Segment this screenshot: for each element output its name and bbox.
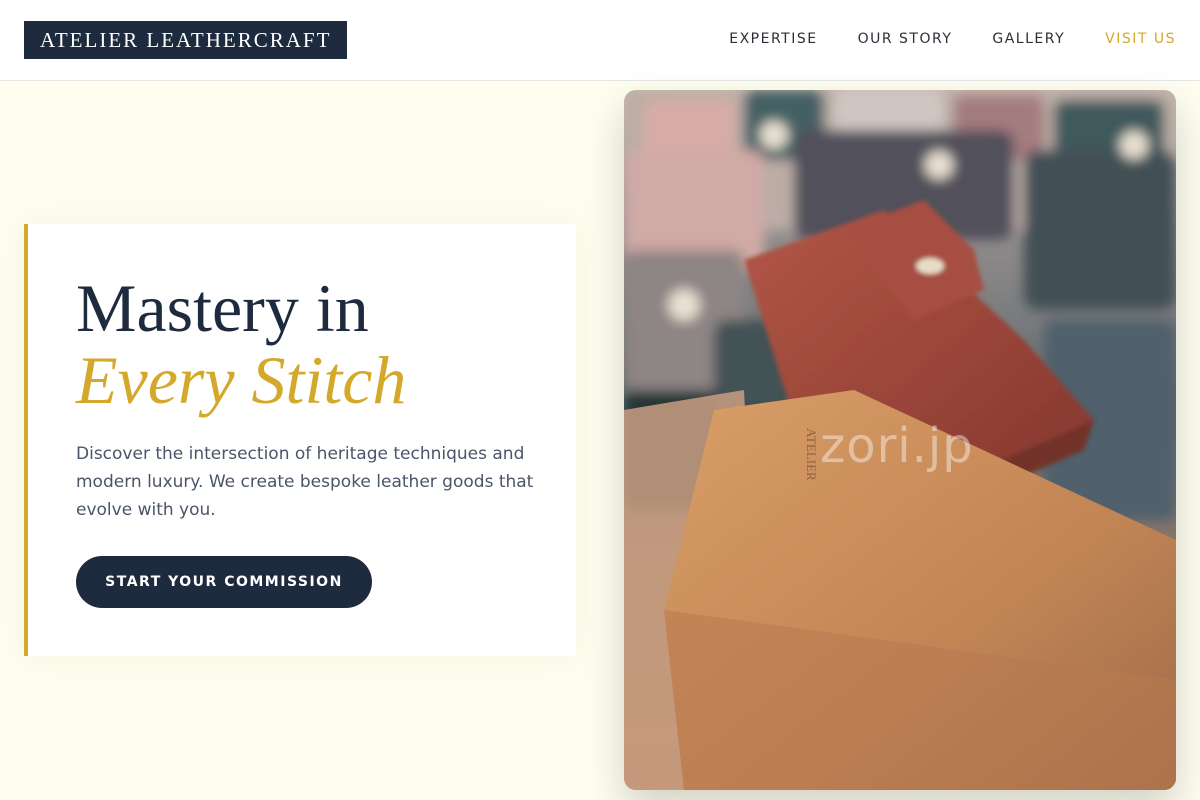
watermark-text: zori.jp (820, 418, 974, 474)
brand-logo[interactable]: ATELIER LEATHERCRAFT (24, 21, 348, 59)
hero-card: Mastery in Every Stitch Discover the int… (24, 224, 576, 656)
start-commission-button[interactable]: START YOUR COMMISSION (76, 556, 372, 608)
hero-title: Mastery in Every Stitch (76, 272, 406, 416)
nav-link-gallery[interactable]: GALLERY (992, 30, 1065, 48)
nav-link-visit-us[interactable]: VISIT US (1105, 30, 1176, 48)
nav-link-our-story[interactable]: OUR STORY (858, 30, 953, 48)
hero-title-line2: Every Stitch (76, 342, 407, 418)
hero-title-line1: Mastery in (76, 270, 369, 346)
nav-link-expertise[interactable]: EXPERTISE (729, 30, 817, 48)
site-header: ATELIER LEATHERCRAFT EXPERTISE OUR STORY… (0, 0, 1200, 81)
hero-description: Discover the intersection of heritage te… (76, 444, 534, 520)
main-nav: EXPERTISE OUR STORY GALLERY VISIT US (729, 30, 1176, 48)
hero-photo: ATELIER zori.jp (624, 90, 1176, 790)
